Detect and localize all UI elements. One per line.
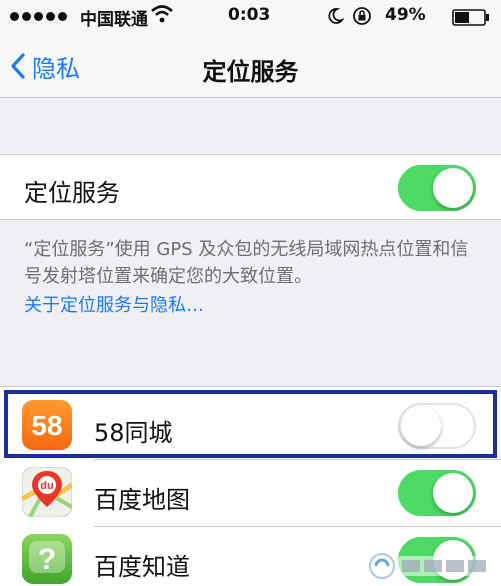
app-location-toggle[interactable] <box>398 403 476 449</box>
app-name: 58同城 <box>94 419 173 447</box>
signal-strength-icon <box>10 12 67 21</box>
toggle-knob <box>433 473 473 513</box>
baidu-zhidao-icon: ? <box>22 534 72 584</box>
status-time: 0:03 <box>228 5 271 25</box>
app-row-baidu-map: du 百度地图 <box>0 460 501 527</box>
location-services-label: 定位服务 <box>24 179 120 207</box>
do-not-disturb-icon <box>328 8 344 24</box>
app-icon-label: du <box>40 480 53 492</box>
app-row-58-tongcheng: 58 58同城 <box>0 393 501 460</box>
toggle-knob <box>401 406 441 446</box>
location-services-toggle[interactable] <box>398 165 476 211</box>
location-services-cell: 定位服务 <box>0 154 501 220</box>
app-location-toggle[interactable] <box>398 470 476 516</box>
app-icon-label: ? <box>38 543 56 576</box>
page-title: 定位服务 <box>202 58 299 86</box>
58-tongcheng-icon: 58 <box>22 400 72 450</box>
about-location-privacy-link[interactable]: 关于定位服务与隐私… <box>24 291 204 317</box>
baidu-map-icon: du <box>22 467 72 517</box>
site-watermark-logo <box>369 553 494 579</box>
toggle-knob <box>433 168 473 208</box>
app-name: 百度知道 <box>94 553 190 581</box>
status-bar: 中国联通 0:03 49% <box>0 0 501 34</box>
app-icon-label: 58 <box>31 410 62 441</box>
orientation-lock-icon <box>353 7 371 25</box>
battery-percent: 49% <box>385 5 426 25</box>
carrier-name: 中国联通 <box>80 10 148 30</box>
location-services-description: “定位服务”使用 GPS 及众包的无线局域网热点位置和信号发射塔位置来确定您的大… <box>24 239 469 287</box>
navigation-bar: 隐私 定位服务 <box>0 34 501 98</box>
battery-icon <box>452 9 489 26</box>
wifi-icon <box>151 5 173 23</box>
app-name: 百度地图 <box>94 486 190 514</box>
